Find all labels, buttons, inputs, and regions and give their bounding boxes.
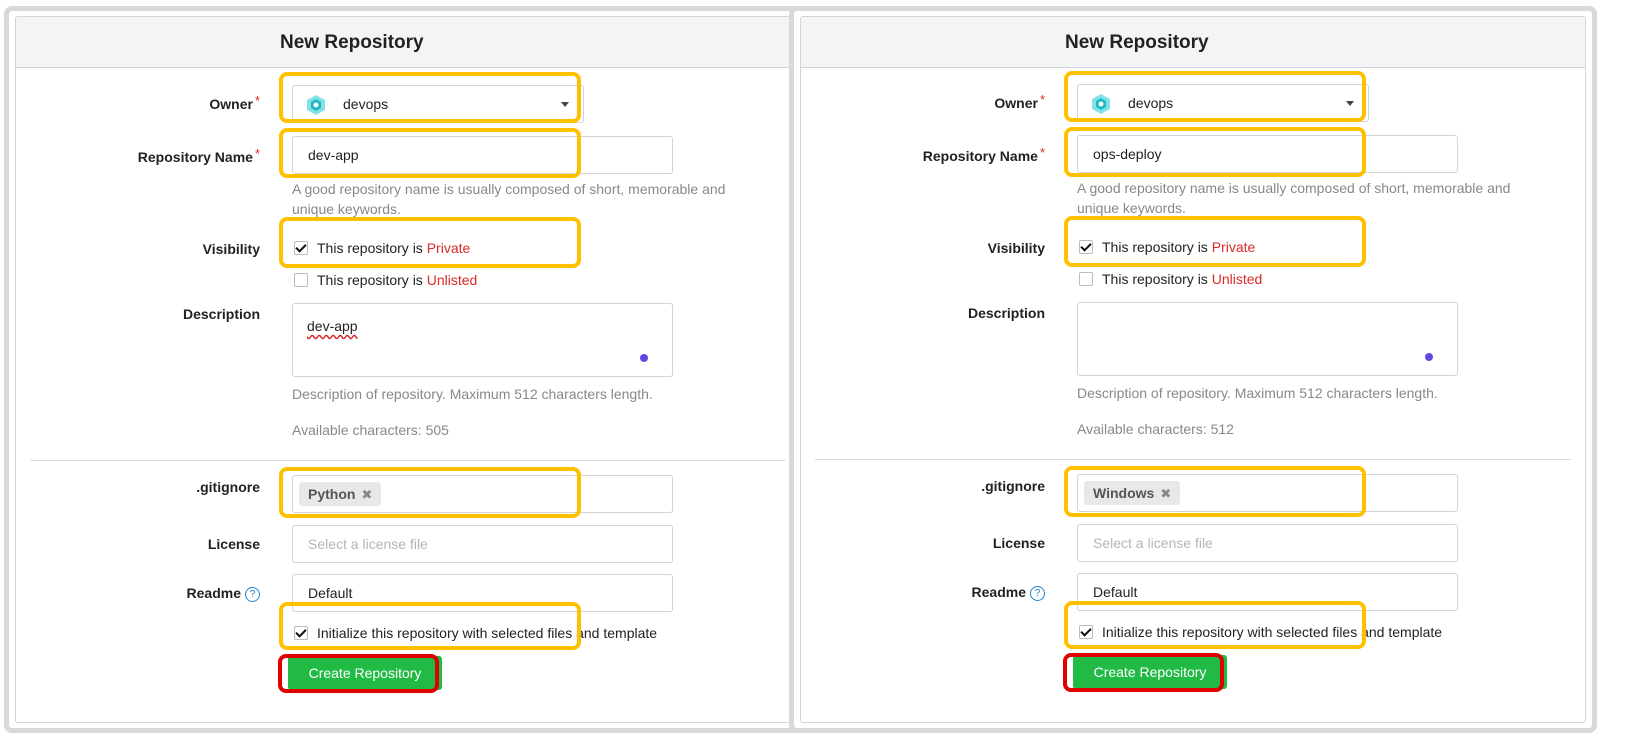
- license-placeholder: Select a license file: [308, 536, 428, 552]
- org-avatar-icon: [1092, 94, 1110, 114]
- section-divider: [815, 459, 1571, 460]
- license-label: License: [207, 536, 260, 552]
- description-help: Description of repository. Maximum 512 c…: [292, 386, 653, 402]
- private-checkbox-label: This repository is Private: [1102, 239, 1256, 255]
- gitignore-tag: Windows ✖: [1084, 481, 1181, 505]
- chevron-down-icon: [1346, 101, 1354, 106]
- license-label: License: [992, 535, 1045, 551]
- owner-value: devops: [343, 96, 389, 112]
- assistant-dot-icon: [1425, 353, 1433, 361]
- owner-dropdown[interactable]: devops: [1077, 84, 1369, 122]
- unlisted-checkbox[interactable]: [1079, 272, 1093, 286]
- gitignore-label: .gitignore: [196, 479, 260, 495]
- owner-dropdown[interactable]: devops: [292, 85, 584, 123]
- unlisted-checkbox-label: This repository is Unlisted: [1102, 271, 1263, 287]
- repo-name-help: A good repository name is usually compos…: [1077, 180, 1511, 216]
- panel-header: New Repository: [16, 17, 800, 68]
- create-repository-button[interactable]: Create Repository: [288, 656, 442, 690]
- private-checkbox[interactable]: [294, 241, 308, 255]
- init-checkbox-label: Initialize this repository with selected…: [1102, 624, 1443, 640]
- readme-select[interactable]: Default: [292, 574, 673, 612]
- description-value: dev-app: [307, 318, 358, 334]
- init-checkbox[interactable]: [294, 626, 308, 640]
- help-icon[interactable]: ?: [1030, 586, 1045, 601]
- available-characters: Available characters: 512: [1077, 421, 1234, 437]
- readme-label: Readme?: [972, 584, 1045, 601]
- repo-name-label: Repository Name *: [137, 146, 260, 165]
- readme-value: Default: [308, 585, 353, 601]
- available-characters: Available characters: 505: [292, 422, 449, 438]
- init-checkbox-label: Initialize this repository with selected…: [317, 625, 658, 641]
- repo-name-value: dev-app: [308, 147, 359, 163]
- init-checkbox[interactable]: [1079, 625, 1093, 639]
- help-icon[interactable]: ?: [245, 587, 260, 602]
- assistant-dot-icon: [640, 354, 648, 362]
- unlisted-checkbox-label: This repository is Unlisted: [317, 272, 478, 288]
- unlisted-checkbox[interactable]: [294, 273, 308, 287]
- new-repo-panel-1: New Repository Owner * devops Repository …: [4, 6, 812, 733]
- gitignore-select[interactable]: Python ✖: [292, 475, 673, 513]
- panel-header: New Repository: [801, 17, 1585, 68]
- org-avatar-icon: [307, 95, 325, 115]
- section-divider: [30, 460, 786, 461]
- repo-name-input[interactable]: dev-app: [292, 136, 673, 174]
- readme-label: Readme?: [187, 585, 260, 602]
- chevron-down-icon: [561, 102, 569, 107]
- license-select[interactable]: Select a license file: [1077, 524, 1458, 562]
- remove-tag-icon[interactable]: ✖: [1160, 486, 1171, 501]
- repo-name-help: A good repository name is usually compos…: [292, 181, 726, 217]
- gitignore-label: .gitignore: [981, 478, 1045, 494]
- visibility-label: Visibility: [987, 240, 1045, 256]
- readme-value: Default: [1093, 584, 1138, 600]
- gitignore-select[interactable]: Windows ✖: [1077, 474, 1458, 512]
- owner-label: Owner *: [209, 93, 260, 112]
- license-placeholder: Select a license file: [1093, 535, 1213, 551]
- description-textarea[interactable]: [1077, 302, 1458, 376]
- description-label: Description: [967, 305, 1045, 321]
- owner-value: devops: [1128, 95, 1174, 111]
- license-select[interactable]: Select a license file: [292, 525, 673, 563]
- remove-tag-icon[interactable]: ✖: [361, 487, 372, 502]
- description-textarea[interactable]: dev-app: [292, 303, 673, 377]
- owner-label: Owner *: [994, 92, 1045, 111]
- description-label: Description: [182, 306, 260, 322]
- private-checkbox[interactable]: [1079, 240, 1093, 254]
- visibility-label: Visibility: [202, 241, 260, 257]
- repo-name-label: Repository Name *: [922, 145, 1045, 164]
- page-title: New Repository: [280, 32, 424, 53]
- new-repo-panel-2: New Repository Owner * devops Repository …: [789, 6, 1597, 733]
- page-title: New Repository: [1065, 32, 1209, 53]
- create-repository-button[interactable]: Create Repository: [1073, 655, 1227, 689]
- readme-select[interactable]: Default: [1077, 573, 1458, 611]
- repo-name-input[interactable]: ops-deploy: [1077, 135, 1458, 173]
- private-checkbox-label: This repository is Private: [317, 240, 471, 256]
- repo-name-value: ops-deploy: [1093, 146, 1162, 162]
- description-help: Description of repository. Maximum 512 c…: [1077, 385, 1438, 401]
- gitignore-tag: Python ✖: [299, 482, 382, 506]
